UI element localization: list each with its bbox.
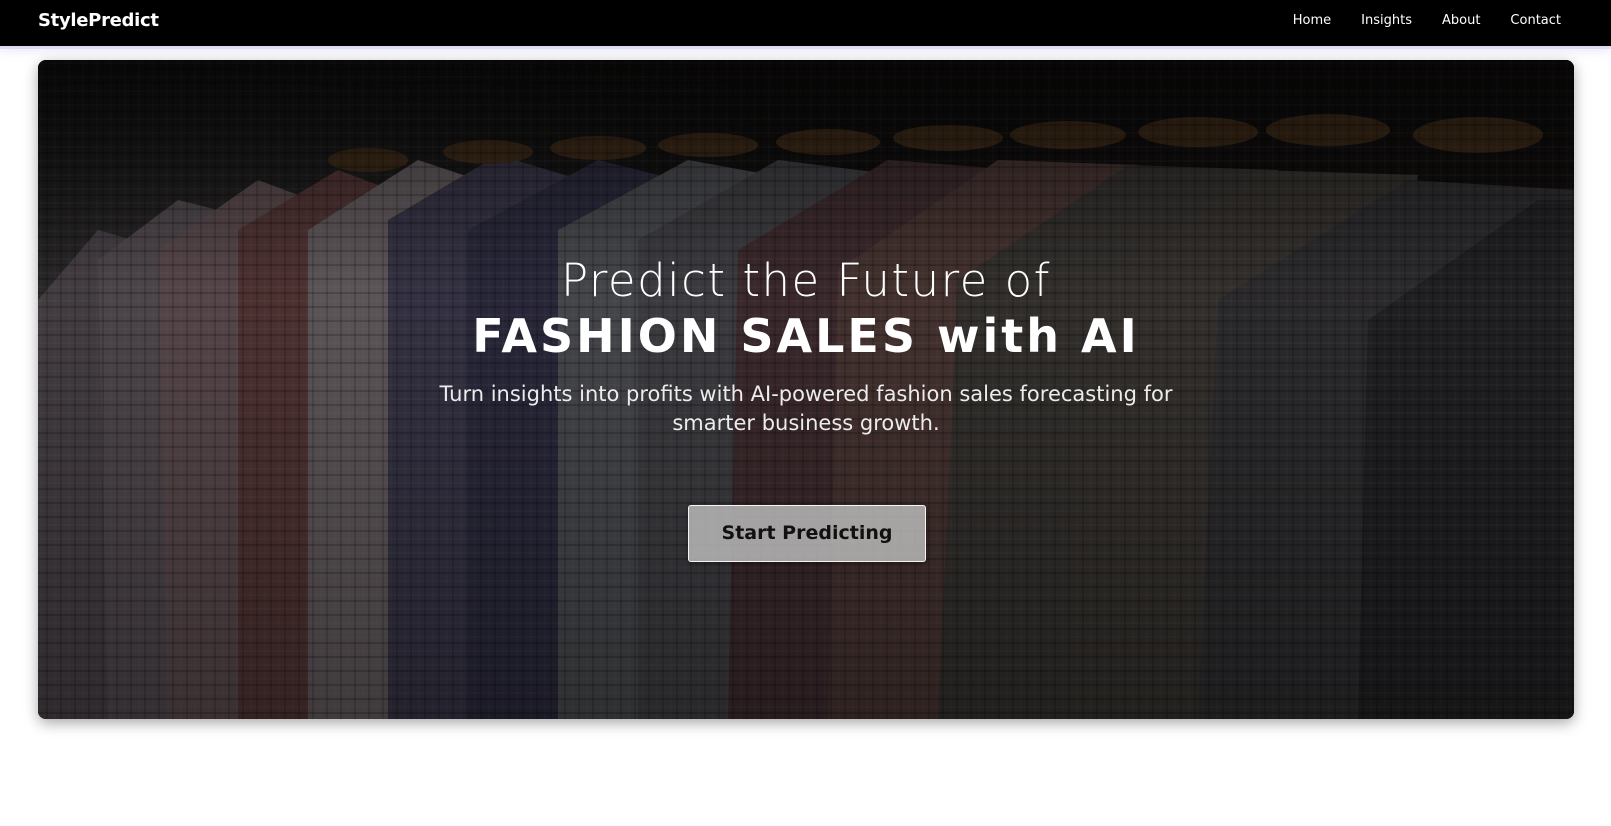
brand-logo[interactable]: StylePredict: [38, 10, 159, 31]
top-navbar: StylePredict Home Insights About Contact: [0, 0, 1611, 46]
start-predicting-button[interactable]: Start Predicting: [688, 505, 926, 562]
hero-subtitle: Turn insights into profits with AI-power…: [439, 382, 1173, 435]
nav-links: Home Insights About Contact: [1293, 13, 1561, 28]
hero-headline-line1: Predict the Future of: [561, 254, 1051, 307]
hero-headline-line2: FASHION SALES with AI: [472, 309, 1140, 363]
nav-link-about[interactable]: About: [1442, 13, 1480, 28]
nav-link-contact[interactable]: Contact: [1510, 13, 1561, 28]
hero-banner: Predict the Future of FASHION SALES with…: [38, 60, 1574, 719]
nav-link-insights[interactable]: Insights: [1361, 13, 1412, 28]
nav-link-home[interactable]: Home: [1293, 13, 1331, 28]
hero-content: Predict the Future of FASHION SALES with…: [38, 60, 1574, 719]
